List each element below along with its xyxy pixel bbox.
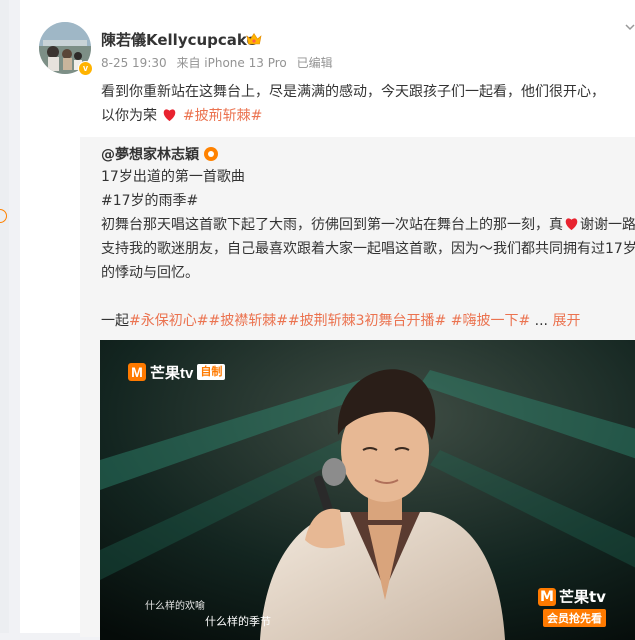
expand-link[interactable]: 展开 bbox=[552, 313, 580, 329]
repost-line3-text: 初舞台那天唱这首歌下起了大雨，彷佛回到第一次站在舞台上的那一刻，真 bbox=[101, 217, 563, 233]
post-username[interactable]: 陳若儀Kellycupcake bbox=[101, 29, 257, 50]
post-date[interactable]: 8-25 19:30 bbox=[101, 56, 167, 70]
post-text-prefix: 以你为荣 bbox=[101, 108, 157, 124]
post-text-line2: 以你为荣 #披荊斩棘# bbox=[101, 104, 262, 128]
post-text-line1: 看到你重新站在这舞台上，尽是满满的感动，今天跟孩子们一起看，他们很开心， bbox=[101, 84, 605, 100]
mango-logo-icon: M bbox=[128, 363, 146, 381]
repost-tags-links[interactable]: #永保初心##披襟斩棘##披荆斩棘3初舞台开播# #嗨披一下# bbox=[129, 313, 530, 329]
repost-line3: 初舞台那天唱这首歌下起了大雨，彷佛回到第一次站在舞台上的那一刻，真 谢谢一路 bbox=[101, 214, 635, 236]
heart-icon bbox=[164, 109, 176, 122]
member-preview-tag: 会员抢先看 bbox=[542, 609, 606, 627]
mango-logo-icon: M bbox=[538, 587, 556, 606]
repost-line3-end: 谢谢一路 bbox=[580, 217, 635, 233]
mango-watermark-text: 芒果tv bbox=[559, 588, 606, 606]
post-meta: 8-25 19:30 来自 iPhone 13 Pro 已编辑 bbox=[101, 54, 339, 71]
chevron-down-icon[interactable] bbox=[625, 24, 635, 32]
heart-icon bbox=[565, 218, 578, 231]
post-topic-link[interactable]: #披荊斩棘# bbox=[183, 108, 262, 124]
post-edited[interactable]: 已编辑 bbox=[297, 56, 333, 70]
mango-logo-text: 芒果tv bbox=[150, 364, 194, 382]
repost-line1: 17岁出道的第一首歌曲 bbox=[101, 169, 245, 185]
mango-logo-tag: 自制 bbox=[197, 364, 226, 380]
verified-badge-icon: v bbox=[78, 61, 93, 76]
repost-author[interactable]: @夢想家林志穎 bbox=[101, 144, 199, 164]
repost-tags-line: 一起#永保初心##披襟斩棘##披荆斩棘3初舞台开播# #嗨披一下# ... 展开 bbox=[101, 310, 580, 332]
repost-line5: 的悸动与回忆。 bbox=[101, 265, 199, 281]
mango-tv-watermark: M 芒果tv 会员抢先看 bbox=[538, 586, 606, 627]
video-subtitle-secondary: 什么样的欢喻 bbox=[145, 601, 205, 612]
page-left-gutter bbox=[0, 0, 9, 633]
video-subtitle-primary: 什么样的季节 bbox=[205, 615, 271, 628]
crown-icon bbox=[246, 32, 262, 45]
gold-verified-icon bbox=[204, 147, 218, 161]
repost-topic-link[interactable]: #17岁的雨季# bbox=[101, 190, 198, 212]
video-player[interactable]: M 芒果tv 自制 M 芒果tv 会员抢先看 什么样的欢喻 什么样的季节 bbox=[100, 340, 635, 640]
repost-line4: 支持我的歌迷朋友，自己最喜欢跟着大家一起唱这首歌，因为～我们都共同拥有过17岁 bbox=[101, 241, 635, 257]
post-source: 来自 iPhone 13 Pro bbox=[176, 56, 287, 70]
ellipsis: ... bbox=[530, 313, 549, 329]
mango-tv-logo: M 芒果tv 自制 bbox=[128, 362, 226, 382]
tags-prefix: 一起 bbox=[101, 313, 129, 329]
